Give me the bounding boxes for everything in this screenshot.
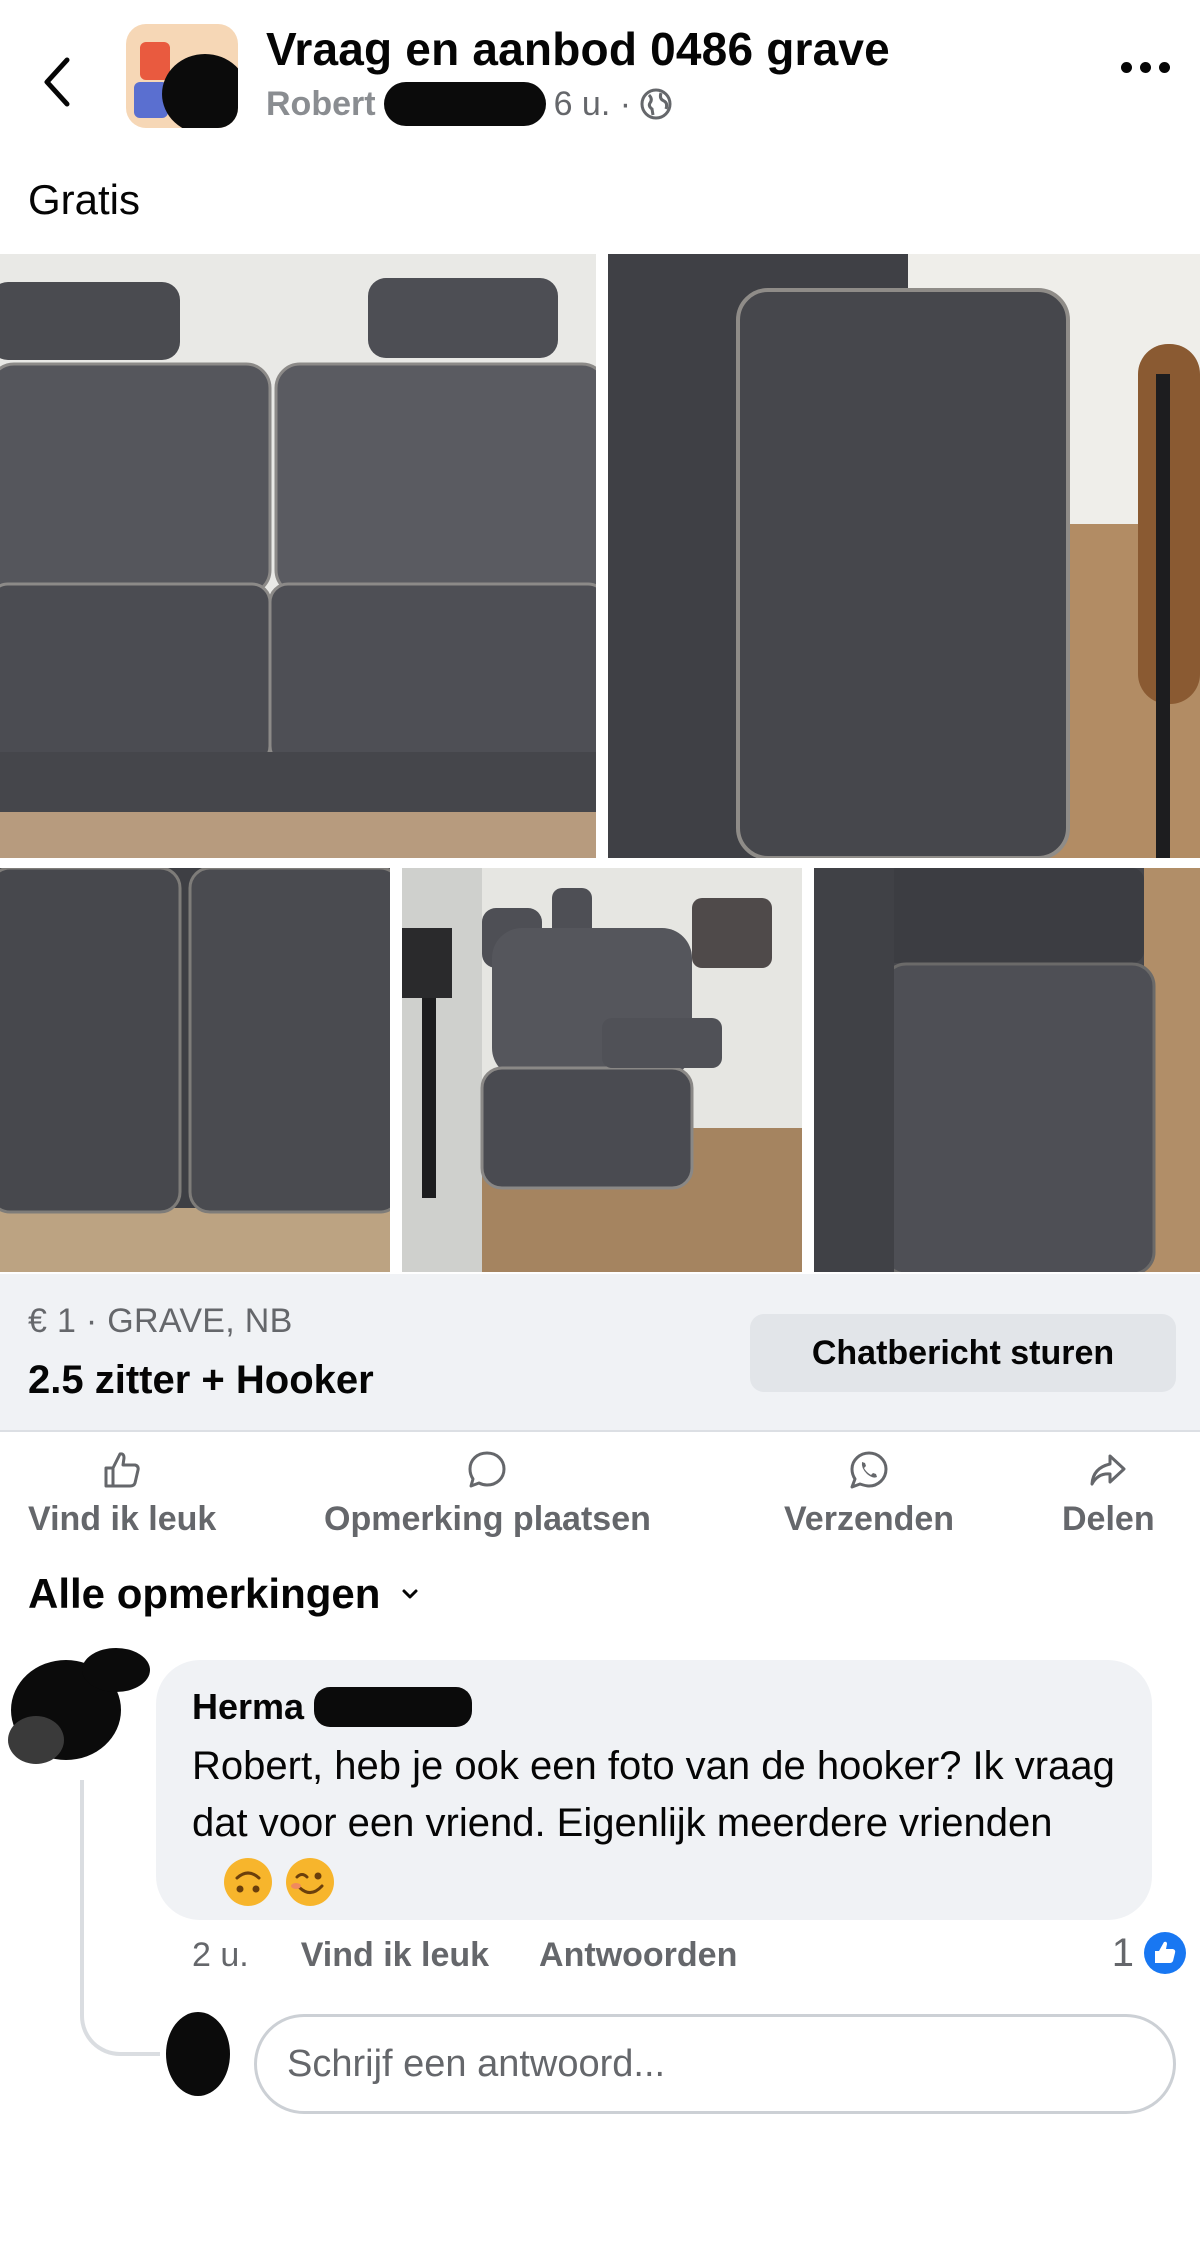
- post-meta: Robert 6 u. ·: [266, 82, 673, 126]
- author-name[interactable]: Robert: [266, 85, 376, 124]
- group-name[interactable]: Vraag en aanbod 0486 grave: [266, 22, 890, 76]
- reply-input[interactable]: [254, 2014, 1176, 2114]
- photo-cushion-corner[interactable]: [814, 868, 1200, 1272]
- comment-meta: 2 u. Vind ik leuk Antwoorden: [192, 1936, 787, 1975]
- reaction-count: 1: [1111, 1930, 1134, 1975]
- post-time[interactable]: 6 u. ·: [554, 85, 631, 124]
- comment-reply-button[interactable]: Antwoorden: [539, 1936, 737, 1975]
- marketplace-listing: € 1 · GRAVE, NB 2.5 zitter + Hooker Chat…: [0, 1274, 1200, 1432]
- share-button[interactable]: Delen: [1062, 1448, 1155, 1539]
- reply-thread-line: [80, 1780, 160, 2056]
- photo-cushion-seam[interactable]: [0, 868, 390, 1272]
- whatsapp-icon: [850, 1451, 888, 1489]
- redaction-mark: [383, 82, 546, 126]
- send-button[interactable]: Verzenden: [784, 1448, 954, 1539]
- share-icon: [1090, 1454, 1126, 1486]
- globe-icon: [640, 88, 672, 120]
- chevron-down-icon: [402, 1589, 418, 1599]
- comment-author[interactable]: Herma: [192, 1686, 1116, 1728]
- comment-icon: [468, 1451, 506, 1488]
- comment-text: Robert, heb je ook een foto van de hooke…: [192, 1738, 1132, 1909]
- chevron-left-icon: [44, 57, 70, 107]
- send-chat-button[interactable]: Chatbericht sturen: [750, 1314, 1176, 1392]
- comment-like-button[interactable]: Vind ik leuk: [301, 1936, 489, 1975]
- thumbs-up-icon: [104, 1452, 140, 1488]
- photo-sofa-front[interactable]: [0, 254, 596, 858]
- price-location: € 1 · GRAVE, NB: [28, 1302, 293, 1340]
- more-options-button[interactable]: [1121, 62, 1170, 73]
- wink-face-icon: [286, 1858, 334, 1907]
- comment-bubble: Herma Robert, heb je ook een foto van de…: [156, 1660, 1152, 1920]
- back-button[interactable]: [34, 50, 78, 114]
- photo-sofa-side[interactable]: [402, 868, 802, 1272]
- comment-filter[interactable]: Alle opmerkingen: [28, 1570, 420, 1618]
- post-text: Gratis: [28, 176, 141, 223]
- group-avatar[interactable]: [126, 24, 238, 128]
- like-label: Vind ik leuk: [28, 1500, 217, 1538]
- comment-label: Opmerking plaatsen: [324, 1500, 651, 1538]
- comment-author-name: Herma: [192, 1686, 305, 1727]
- photo-sofa-armrest[interactable]: [608, 254, 1200, 858]
- comment-reactions[interactable]: 1: [1112, 1930, 1188, 1976]
- current-user-avatar[interactable]: [162, 2006, 236, 2098]
- send-label: Verzenden: [784, 1500, 955, 1538]
- post-actions: Vind ik leuk Opmerking plaatsen Verzende…: [0, 1448, 1200, 1548]
- upside-down-face-icon: [224, 1858, 272, 1907]
- share-label: Delen: [1062, 1500, 1155, 1538]
- more-horizontal-icon: [1121, 62, 1132, 73]
- comment-button[interactable]: Opmerking plaatsen: [324, 1448, 651, 1539]
- like-button[interactable]: Vind ik leuk: [28, 1448, 216, 1539]
- post-header: Vraag en aanbod 0486 grave Robert 6 u. ·: [0, 0, 1200, 160]
- comment-time[interactable]: 2 u.: [192, 1936, 249, 1975]
- commenter-avatar[interactable]: [6, 1640, 156, 1770]
- listing-title: 2.5 zitter + Hooker: [28, 1358, 374, 1402]
- comment-text-body: Robert, heb je ook een foto van de hooke…: [192, 1744, 1115, 1845]
- comment-filter-label: Alle opmerkingen: [28, 1570, 381, 1617]
- like-reaction-icon: [1144, 1932, 1186, 1974]
- redaction-mark: [314, 1687, 473, 1727]
